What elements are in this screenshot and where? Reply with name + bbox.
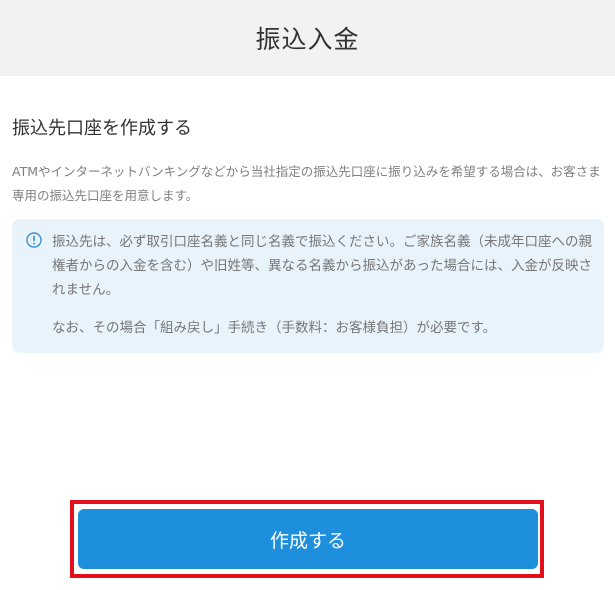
section-title: 振込先口座を作成する — [12, 118, 192, 139]
info-circle-icon — [26, 232, 42, 248]
page-title: 振込入金 — [255, 25, 360, 54]
notice-box: 振込先は、必ず取引口座名義と同じ名義で振込ください。ご家族名義（未成年口座への親… — [12, 219, 604, 353]
notice-note: なお、その場合「組み戻し」手続き（手数料：お客様負担）が必要です。 — [52, 320, 497, 336]
page: 振込入金 振込先口座を作成する ATMやインターネットバンキングなどから当社指定… — [0, 0, 615, 590]
notice-text: 振込先は、必ず取引口座名義と同じ名義で振込ください。ご家族名義（未成年口座への親… — [52, 234, 592, 298]
create-button[interactable]: 作成する — [78, 509, 538, 569]
section-description: ATMやインターネットバンキングなどから当社指定の振込先口座に振り込みを希望する… — [12, 164, 601, 203]
page-header: 振込入金 — [0, 0, 615, 76]
